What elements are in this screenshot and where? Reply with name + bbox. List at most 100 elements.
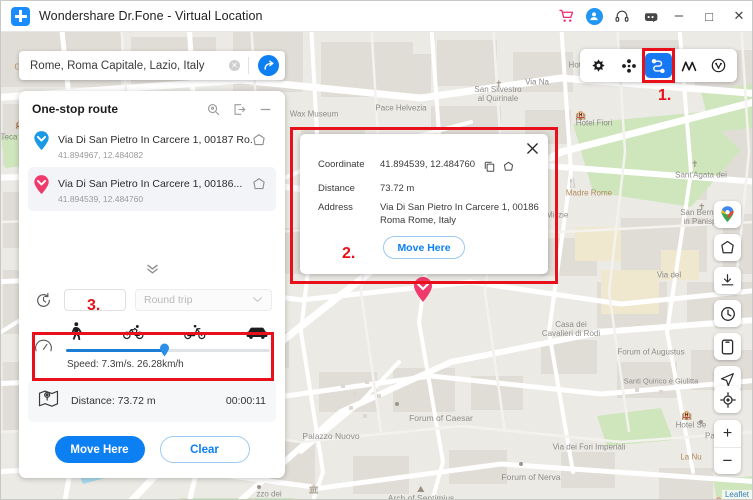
cart-icon[interactable] [552,1,580,32]
annotation-label-1: 1. [658,87,672,104]
route-stop-address: Via Di San Pietro In Carcere 1, 00187 Ro… [58,134,252,146]
trip-mode-value: Round trip [144,294,193,306]
teleport-mode-icon[interactable] [585,53,612,78]
annotation-label-3: 3. [87,297,101,314]
walk-mode-icon[interactable] [68,322,83,345]
speed-readout: Speed: 7.3m/s. 26.28km/h [67,359,184,370]
multi-stop-mode-icon[interactable] [645,53,672,78]
favorite-pentagon-icon[interactable] [252,177,270,196]
favorite-pentagon-icon[interactable] [252,133,270,152]
history-clock-icon[interactable] [714,300,741,327]
loop-count-icon [32,292,55,309]
locate-crosshair-icon[interactable] [714,386,741,413]
search-go-arrow-icon[interactable] [258,55,279,76]
loop-and-trip-row: Round trip [28,284,276,316]
map-tool-rail [714,201,741,393]
titlebar-actions: – □ ✕ [552,1,752,32]
two-spot-mode-icon[interactable] [615,53,642,78]
route-stop-coordinate: 41.894539, 12.484760 [58,194,144,204]
search-divider [248,57,249,74]
route-stop-item[interactable]: Via Di San Pietro In Carcere 1, 00187 Ro… [28,123,276,167]
popup-button-row: Move Here [300,236,548,260]
bicycle-mode-icon[interactable] [123,324,144,345]
clear-button[interactable]: Clear [159,436,250,463]
popup-detail-rows: Coordinate 41.894539, 12.484760 Distance 73… [300,134,548,227]
copy-icon[interactable] [484,159,495,177]
close-icon[interactable] [526,142,539,155]
speed-control: Speed: 7.3m/s. 26.28km/h [28,316,276,374]
popup-row-icons [484,159,514,177]
jump-mode-icon[interactable] [675,53,702,78]
favorite-pentagon-icon[interactable] [714,234,741,261]
duration-label: 00:00:11 [225,395,266,407]
scooter-mode-icon[interactable] [184,324,206,345]
minimize-button[interactable]: – [664,1,694,32]
speed-slider[interactable] [66,343,270,357]
export-route-icon[interactable] [233,103,246,116]
trip-mode-select[interactable]: Round trip [135,289,272,311]
end-pin-icon [33,175,52,200]
app-title: Wondershare Dr.Fone - Virtual Location [39,9,263,23]
popup-row-key: Distance [318,183,355,194]
favorite-pentagon-icon[interactable] [503,159,514,177]
distance-summary-row: Distance: 73.72 m 00:00:11 [28,380,276,422]
annotation-label-2: 2. [342,245,356,262]
popup-detail-row: Coordinate 41.894539, 12.484760 [318,159,548,177]
popup-row-value: 73.72 m [380,183,415,194]
chevron-down-icon [252,294,263,306]
route-map-icon [38,388,59,414]
route-stop-address: Via Di San Pietro In Carcere 1, 00186... [58,178,243,190]
clear-x-icon[interactable]: ✕ [229,60,240,71]
route-list-empty-space [19,211,285,258]
chevron-double-down-icon [145,261,160,279]
popup-detail-row: Distance 73.72 m [318,183,548,196]
route-stop-text: Via Di San Pietro In Carcere 1, 00186...… [52,174,252,204]
route-stop-coordinate: 41.894967, 12.484082 [58,150,144,160]
collapse-routes-toggle[interactable] [19,258,285,284]
title-bar: Wondershare Dr.Fone - Virtual Location –… [1,1,752,32]
device-icon[interactable] [714,333,741,360]
search-bar[interactable]: ✕ [19,51,285,80]
zoom-out-button[interactable]: − [714,447,741,474]
speed-slider-thumb[interactable] [159,343,170,357]
search-input[interactable] [19,59,229,72]
popup-detail-row: Address Via Di San Pietro In Carcere 1, 0… [318,202,548,228]
map-pin-icon[interactable] [714,201,741,228]
route-stop-text: Via Di San Pietro In Carcere 1, 00187 Ro… [52,130,252,160]
popup-row-value: 41.894539, 12.484760 [380,159,476,170]
route-options: Round trip Speed: 7.3m/s. 26.28km/h [19,284,285,374]
speed-slider-fill [66,349,164,352]
popup-move-here-button[interactable]: Move Here [383,236,465,260]
headset-support-icon[interactable] [608,1,636,32]
minimize-panel-icon[interactable] [259,103,272,116]
plus-logo-icon [11,6,30,26]
distance-label: Distance: 73.72 m [71,395,156,407]
joystick-mode-icon[interactable] [705,53,732,78]
account-avatar-icon[interactable] [580,1,608,32]
location-detail-popup: Coordinate 41.894539, 12.484760 Distance 73… [300,134,548,274]
popup-row-key: Address [318,201,353,213]
community-bot-icon[interactable] [636,1,664,32]
route-stop-item[interactable]: Via Di San Pietro In Carcere 1, 00186...… [28,167,276,211]
route-stop-list: Via Di San Pietro In Carcere 1, 00187 Ro… [19,123,285,211]
map-attribution[interactable]: Leaflet [721,490,752,499]
speedometer-icon [32,337,55,356]
maximize-button[interactable]: □ [694,1,724,32]
close-button[interactable]: ✕ [724,1,752,32]
map-zoom-rail: + − [714,386,741,474]
panel-buttons: Move Here Clear [19,422,285,469]
search-location-icon[interactable] [207,103,220,116]
download-icon[interactable] [714,267,741,294]
mode-toolbar [580,49,737,82]
panel-header: One-stop route [19,91,285,123]
zoom-in-button[interactable]: + [714,420,741,447]
zoom-controls: + − [714,420,741,474]
app-window: ✝ ✝ ✝ 🏨 🏨 🍴 🏛 ⛰ 🏨 🏨 ℹ Green TeaWax Museu… [0,0,753,500]
start-pin-icon [33,131,52,156]
popup-row-key: Coordinate [318,159,365,170]
move-here-button[interactable]: Move Here [54,436,145,463]
panel-header-actions [207,103,272,116]
popup-row-value: Via Di San Pietro In Carcere 1, 00186 Rom… [380,201,539,226]
car-mode-icon[interactable] [246,326,268,345]
one-stop-route-panel: One-stop route Via Di San Pietro In Carc… [19,91,285,478]
